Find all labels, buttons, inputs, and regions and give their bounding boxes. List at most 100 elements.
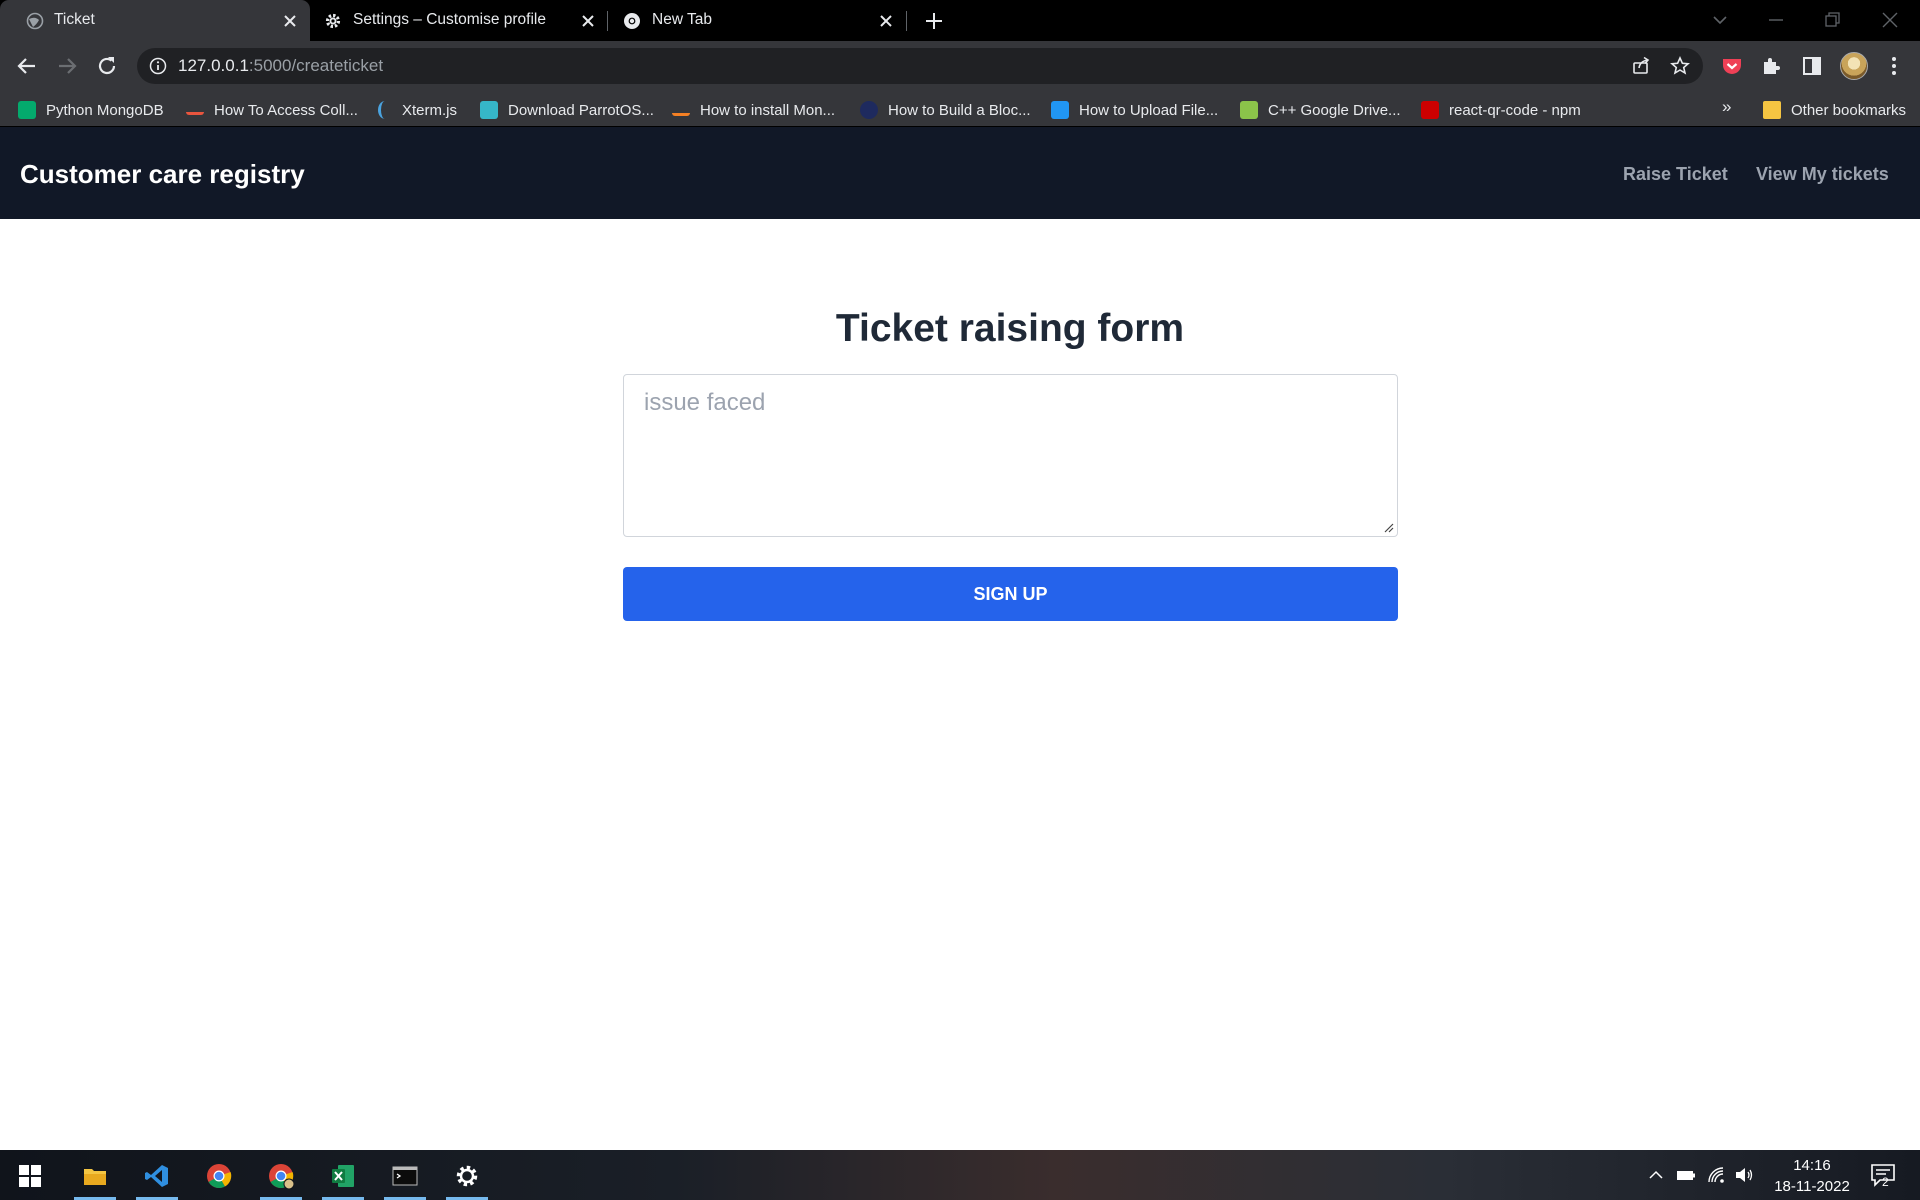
folder-icon — [1763, 101, 1781, 119]
bookmark-label: react-qr-code - npm — [1449, 101, 1581, 119]
tab-new-tab[interactable]: New Tab — [608, 0, 904, 41]
windows-taskbar: 14:16 18-11-2022 2 — [0, 1150, 1920, 1200]
parrot-icon — [480, 101, 498, 119]
tab-separator — [906, 11, 907, 31]
other-bookmarks-label: Other bookmarks — [1791, 101, 1907, 119]
url-host: 127.0.0.1 — [178, 56, 249, 75]
url-text[interactable]: 127.0.0.1:5000/createticket — [178, 56, 383, 76]
bookmark-label: How to install Mon... — [700, 101, 836, 119]
show-hidden-icons-chevron-icon[interactable] — [1646, 1165, 1666, 1185]
bookmark-item[interactable]: How to Upload File... — [1051, 99, 1218, 121]
bookmark-item[interactable]: react-qr-code - npm — [1421, 99, 1581, 121]
file-explorer-icon — [84, 1169, 106, 1185]
chrome-profile-icon — [269, 1164, 294, 1189]
bookmark-item[interactable]: Python MongoDB — [18, 99, 164, 121]
site-info-icon[interactable] — [149, 57, 167, 75]
settings-icon — [456, 1165, 478, 1187]
pocket-icon[interactable] — [1720, 54, 1744, 78]
system-clock[interactable]: 14:16 18-11-2022 — [1762, 1155, 1862, 1197]
terminal-icon — [392, 1166, 418, 1186]
issue-faced-textarea[interactable] — [623, 374, 1398, 537]
close-tab-icon[interactable] — [877, 12, 895, 30]
more-bookmarks-chevron[interactable]: » — [1722, 97, 1731, 117]
bookmark-label: How to Upload File... — [1079, 101, 1219, 119]
nav-link-raise-ticket[interactable]: Raise Ticket — [1623, 164, 1728, 185]
bookmarks-bar: Python MongoDB How To Access Coll... Xte… — [0, 91, 1920, 127]
arrow-bookmark-icon — [186, 105, 204, 115]
drive-icon — [1240, 101, 1258, 119]
nav-link-view-my-tickets[interactable]: View My tickets — [1756, 164, 1889, 185]
tab-search-chevron-icon[interactable] — [1710, 10, 1730, 30]
bookmark-label: Xterm.js — [402, 101, 458, 119]
tab-strip: Ticket Settings – Customise profile New … — [0, 0, 1920, 41]
volume-icon[interactable] — [1734, 1165, 1754, 1185]
reload-icon[interactable] — [95, 54, 119, 78]
taskbar-app[interactable] — [252, 1150, 308, 1200]
xterm-icon — [378, 101, 392, 119]
bookmark-item[interactable]: C++ Google Drive... — [1240, 99, 1401, 121]
tab-title: New Tab — [652, 11, 713, 28]
notification-count-badge: 2 — [1882, 1175, 1889, 1189]
bookmark-item[interactable]: How To Access Coll... — [186, 99, 358, 121]
stackoverflow-icon — [672, 104, 690, 116]
globe-icon — [26, 12, 44, 30]
taskbar-app[interactable] — [438, 1150, 494, 1200]
address-bar[interactable]: 127.0.0.1:5000/createticket — [137, 48, 1703, 84]
side-panel-icon[interactable] — [1800, 54, 1824, 78]
tab-title: Ticket — [54, 11, 95, 28]
chrome-icon — [624, 13, 640, 29]
bookmark-label: How To Access Coll... — [214, 101, 358, 119]
taskbar-app[interactable] — [66, 1150, 122, 1200]
browser-toolbar: 127.0.0.1:5000/createticket — [0, 41, 1920, 91]
resize-handle-icon[interactable] — [1383, 522, 1394, 533]
profile-avatar[interactable] — [1840, 52, 1868, 80]
other-bookmarks[interactable]: Other bookmarks — [1763, 99, 1906, 121]
windows-start-icon[interactable] — [19, 1165, 41, 1187]
url-path: :5000/createticket — [248, 56, 384, 75]
vscode-icon — [145, 1165, 168, 1187]
bookmark-item[interactable]: How to Build a Bloc... — [860, 99, 1031, 121]
form-title: Ticket raising form — [835, 307, 1185, 350]
tab-ticket[interactable]: Ticket — [0, 0, 310, 41]
new-tab-plus-icon[interactable] — [924, 11, 944, 31]
bookmark-label: How to Build a Bloc... — [888, 101, 1031, 119]
taskbar-app[interactable] — [190, 1150, 246, 1200]
sign-up-button[interactable]: SIGN UP — [623, 567, 1398, 621]
minimize-icon[interactable] — [1766, 10, 1786, 30]
bookmark-label: Python MongoDB — [46, 101, 164, 119]
bookmark-item[interactable]: Download ParrotOS... — [480, 99, 654, 121]
tab-settings[interactable]: Settings – Customise profile — [310, 0, 606, 41]
extensions-puzzle-icon[interactable] — [1760, 54, 1784, 78]
brand-title[interactable]: Customer care registry — [20, 159, 305, 190]
bookmark-star-icon[interactable] — [1670, 56, 1690, 76]
close-tab-icon[interactable] — [281, 12, 299, 30]
site-navbar: Customer care registry Raise Ticket View… — [0, 127, 1920, 219]
taskbar-app[interactable] — [376, 1150, 432, 1200]
back-arrow-icon[interactable] — [15, 54, 39, 78]
tab-title: Settings – Customise profile — [353, 11, 546, 28]
share-icon[interactable] — [1631, 56, 1651, 76]
gear-icon — [325, 13, 341, 29]
lambda-icon — [860, 101, 878, 119]
pp-icon — [1051, 101, 1069, 119]
bookmark-item[interactable]: How to install Mon... — [672, 99, 835, 121]
kebab-menu-icon[interactable] — [1882, 54, 1906, 78]
taskbar-app[interactable] — [128, 1150, 184, 1200]
restore-icon[interactable] — [1823, 10, 1843, 30]
bookmark-label: C++ Google Drive... — [1268, 101, 1401, 119]
close-tab-icon[interactable] — [579, 12, 597, 30]
page-content: Customer care registry Raise Ticket View… — [0, 127, 1920, 1150]
battery-icon[interactable] — [1676, 1165, 1696, 1185]
bookmark-item[interactable]: Xterm.js — [378, 99, 457, 121]
chrome-icon — [207, 1164, 232, 1189]
forward-arrow-icon[interactable] — [55, 54, 79, 78]
npm-icon — [1421, 101, 1439, 119]
w3schools-icon — [18, 101, 36, 119]
bookmark-label: Download ParrotOS... — [508, 101, 654, 119]
close-window-icon[interactable] — [1880, 10, 1900, 30]
excel-icon — [332, 1165, 354, 1187]
clock-time: 14:16 — [1793, 1157, 1831, 1174]
wifi-icon[interactable] — [1706, 1165, 1726, 1185]
taskbar-app[interactable] — [314, 1150, 370, 1200]
clock-date: 18-11-2022 — [1774, 1178, 1850, 1195]
